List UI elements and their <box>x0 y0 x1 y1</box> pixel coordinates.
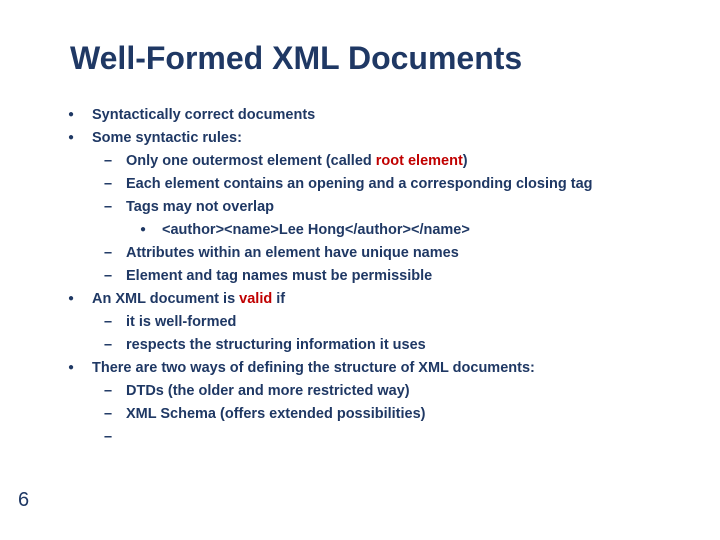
bullet-text: Syntactically correct documents <box>92 105 670 126</box>
bullet-icon: ● <box>68 358 92 379</box>
dash-icon: – <box>104 243 126 264</box>
dash-icon: – <box>104 427 126 448</box>
sub-text: XML Schema (offers extended possibilitie… <box>126 404 670 425</box>
sub-text: Each element contains an opening and a c… <box>126 174 670 195</box>
sub-text <box>126 427 670 448</box>
sub-text: Element and tag names must be permissibl… <box>126 266 670 287</box>
bullet-item: ● Syntactically correct documents <box>68 105 670 126</box>
subsub-text: <author><name>Lee Hong</author></name> <box>162 220 670 241</box>
highlight-text: valid <box>239 291 272 307</box>
bullet-text: Some syntactic rules: <box>92 128 670 149</box>
bullet-item: ● An XML document is valid if <box>68 289 670 310</box>
sub-item: – Attributes within an element have uniq… <box>104 243 670 264</box>
highlight-text: root element <box>376 153 463 169</box>
sub-text: Only one outermost element (called root … <box>126 151 670 172</box>
subsub-item: ● <author><name>Lee Hong</author></name> <box>140 220 670 241</box>
slide-content: ● Syntactically correct documents ● Some… <box>68 105 670 448</box>
dash-icon: – <box>104 335 126 356</box>
dash-icon: – <box>104 151 126 172</box>
sub-item: – Each element contains an opening and a… <box>104 174 670 195</box>
dash-icon: – <box>104 174 126 195</box>
bullet-icon: ● <box>68 128 92 149</box>
sub-text: respects the structuring information it … <box>126 335 670 356</box>
page-number: 6 <box>18 489 29 512</box>
dash-icon: – <box>104 404 126 425</box>
sub-text: Attributes within an element have unique… <box>126 243 670 264</box>
slide-title: Well-Formed XML Documents <box>70 40 670 77</box>
bullet-text: There are two ways of defining the struc… <box>92 358 670 379</box>
sub-text: DTDs (the older and more restricted way) <box>126 381 670 402</box>
sub-item: – DTDs (the older and more restricted wa… <box>104 381 670 402</box>
sub-item: – <box>104 427 670 448</box>
sub-item: – XML Schema (offers extended possibilit… <box>104 404 670 425</box>
bullet-icon: ● <box>68 105 92 126</box>
sub-item: – Only one outermost element (called roo… <box>104 151 670 172</box>
sub-text: it is well-formed <box>126 312 670 333</box>
sub-item: – respects the structuring information i… <box>104 335 670 356</box>
bullet-icon: ● <box>140 220 162 241</box>
bullet-item: ● There are two ways of defining the str… <box>68 358 670 379</box>
dash-icon: – <box>104 266 126 287</box>
dash-icon: – <box>104 197 126 218</box>
sub-item: – it is well-formed <box>104 312 670 333</box>
dash-icon: – <box>104 312 126 333</box>
sub-text: Tags may not overlap <box>126 197 670 218</box>
bullet-icon: ● <box>68 289 92 310</box>
sub-item: – Tags may not overlap <box>104 197 670 218</box>
bullet-text: An XML document is valid if <box>92 289 670 310</box>
sub-item: – Element and tag names must be permissi… <box>104 266 670 287</box>
dash-icon: – <box>104 381 126 402</box>
bullet-item: ● Some syntactic rules: <box>68 128 670 149</box>
